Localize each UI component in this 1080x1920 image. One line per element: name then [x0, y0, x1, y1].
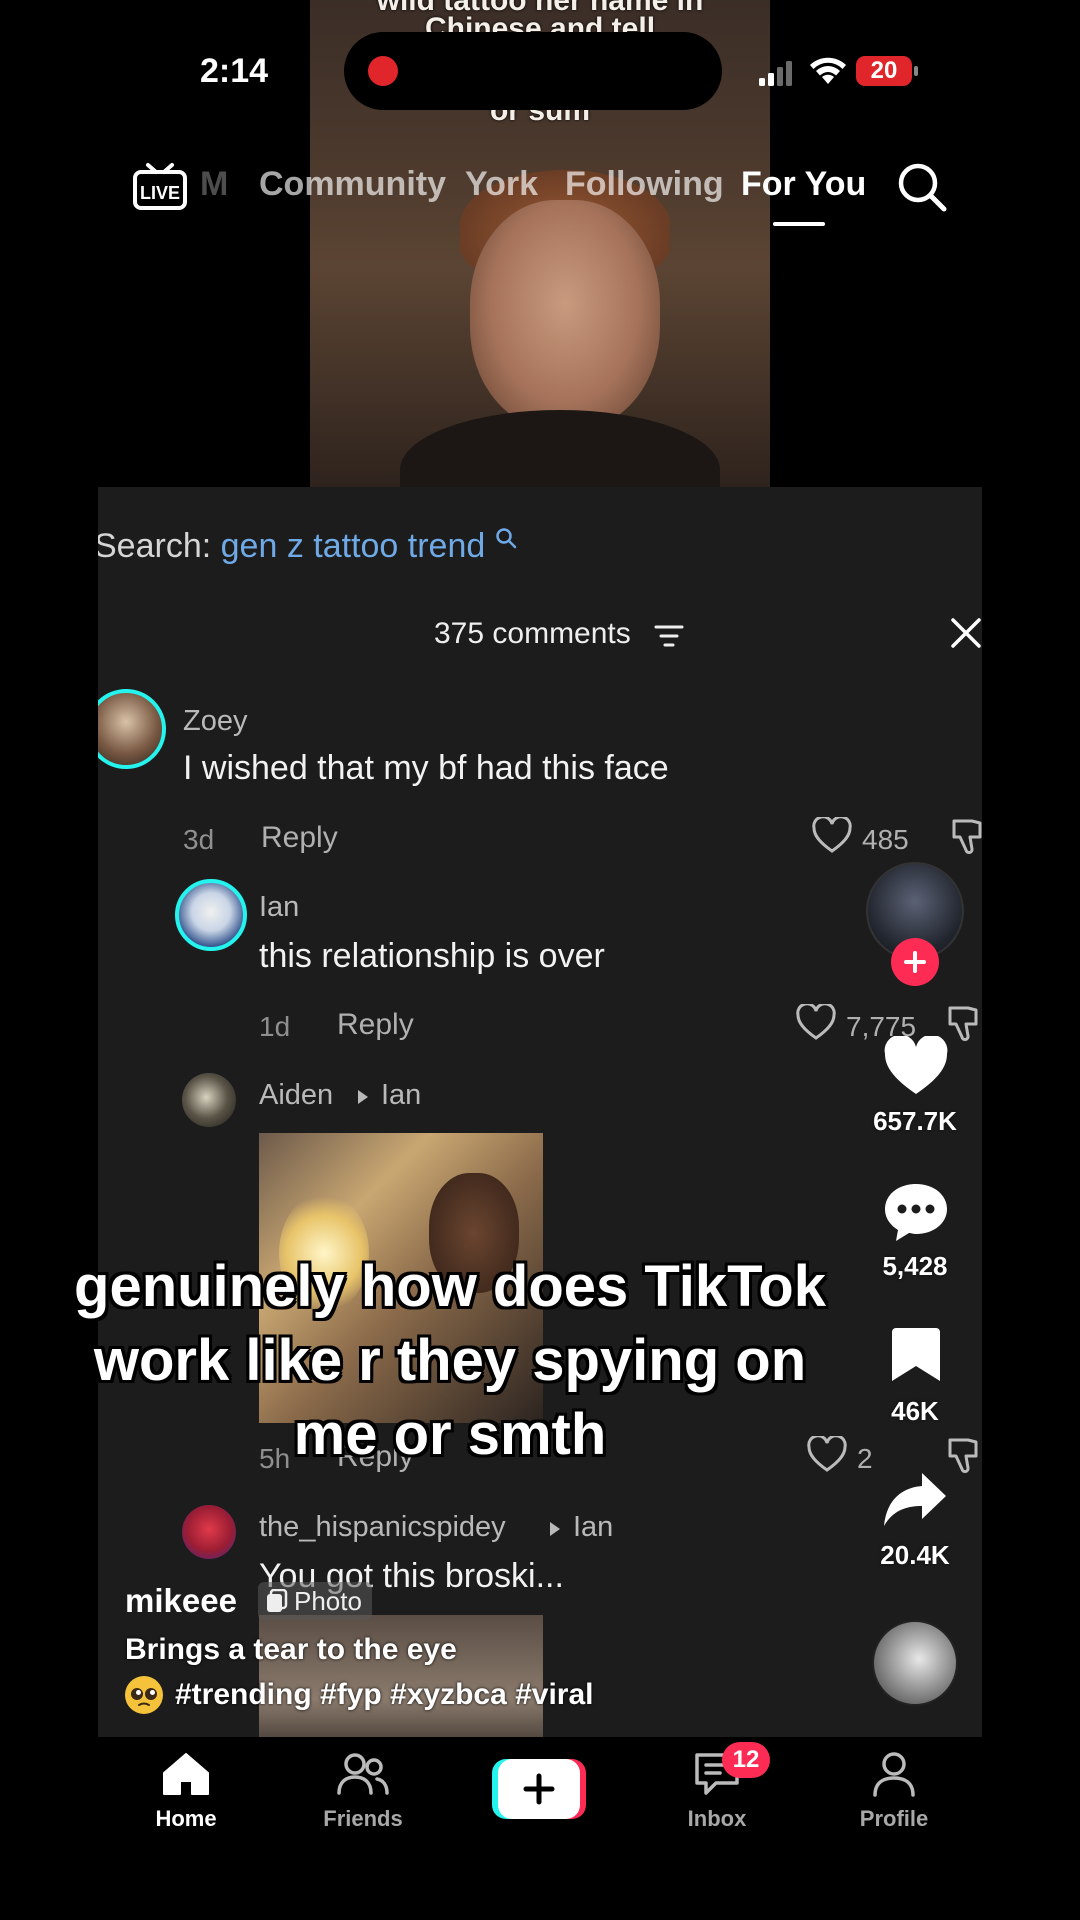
svg-text:LIVE: LIVE: [140, 183, 180, 203]
dislike-icon[interactable]: [946, 1436, 980, 1474]
like-count: 657.7K: [873, 1106, 957, 1136]
comment-username[interactable]: the_hispanicspidey: [259, 1511, 506, 1544]
follow-button[interactable]: [891, 938, 939, 986]
nav-inbox-label: Inbox: [687, 1806, 747, 1831]
recording-indicator: [368, 56, 398, 86]
comment-username[interactable]: Ian: [259, 891, 299, 924]
active-tab-indicator: [773, 222, 825, 226]
share-count: 20.4K: [880, 1540, 950, 1570]
post-description: Brings a tear to the eye: [125, 1633, 457, 1666]
nav-home-label: Home: [155, 1806, 217, 1831]
photo-badge: Photo: [258, 1582, 372, 1620]
reply-to-username[interactable]: Ian: [381, 1079, 421, 1112]
avatar[interactable]: [182, 1073, 236, 1127]
avatar[interactable]: [98, 689, 166, 769]
save-count: 46K: [891, 1396, 939, 1426]
post-tags-row: #trending #fyp #xyzbca #viral: [125, 1676, 594, 1714]
avatar[interactable]: [175, 879, 247, 951]
search-small-icon: [495, 528, 516, 549]
photo-badge-label: Photo: [294, 1585, 362, 1616]
comment-count: 5,428: [882, 1251, 948, 1281]
nav-profile-label: Profile: [859, 1806, 929, 1831]
overlay-line: work like r they spying on: [93, 1328, 807, 1393]
friends-icon: [337, 1753, 389, 1795]
close-icon[interactable]: [950, 617, 982, 649]
search-suggestion-prefix: Search:: [98, 527, 212, 565]
dislike-icon[interactable]: [946, 1004, 980, 1042]
like-count: 485: [862, 824, 909, 855]
home-icon: [163, 1753, 209, 1795]
battery-indicator: 20: [856, 56, 912, 86]
like-count: 2: [857, 1443, 873, 1474]
comment-age: 1d: [259, 1011, 291, 1042]
video-shirt: [400, 410, 720, 487]
tab-for-you[interactable]: For You: [741, 165, 866, 204]
overlay-line: genuinely how does TikTok: [74, 1254, 826, 1319]
reply-arrow-icon: [358, 1090, 368, 1104]
nav-friends-label: Friends: [323, 1806, 403, 1831]
top-nav: LIVE M Community York Following For You: [0, 155, 1080, 226]
plus-icon: [904, 951, 926, 973]
overlay-line: me or smth: [293, 1402, 607, 1467]
share-icon[interactable]: [882, 1470, 948, 1528]
comment-text: I wished that my bf had this face: [183, 749, 669, 787]
tab-following[interactable]: Following: [565, 165, 724, 204]
nav-home[interactable]: Home: [116, 1751, 256, 1832]
comment-username[interactable]: Aiden: [259, 1079, 333, 1112]
reply-button[interactable]: Reply: [261, 821, 338, 855]
post-hashtags[interactable]: #trending #fyp #xyzbca #viral: [175, 1678, 594, 1712]
profile-icon: [873, 1752, 915, 1797]
search-suggestion[interactable]: Search: gen z tattoo trend: [98, 527, 517, 566]
tab-partial[interactable]: M: [200, 165, 228, 204]
post-username[interactable]: mikeee: [125, 1582, 237, 1620]
search-suggestion-query: gen z tattoo trend: [220, 527, 486, 565]
heart-outline-icon[interactable]: [795, 1004, 837, 1042]
wifi-icon: [810, 57, 846, 84]
heart-outline-icon[interactable]: [811, 817, 853, 855]
live-icon[interactable]: LIVE: [132, 159, 188, 215]
music-disc[interactable]: [872, 1620, 958, 1706]
filter-icon[interactable]: [654, 624, 684, 648]
signal-icon: [759, 61, 792, 86]
dislike-icon[interactable]: [950, 817, 982, 855]
comment-username[interactable]: Zoey: [183, 705, 247, 738]
bottom-nav: Home Friends Inbox 12 Profile: [0, 1737, 1080, 1920]
heart-icon[interactable]: [882, 1036, 950, 1098]
reply-to-username[interactable]: Ian: [573, 1511, 613, 1544]
comment-age: 3d: [183, 824, 215, 855]
nav-friends[interactable]: Friends: [293, 1751, 433, 1832]
reply-button[interactable]: Reply: [337, 1008, 414, 1042]
overlay-caption: genuinely how does TikTok work like r th…: [50, 1250, 850, 1472]
dynamic-island: [344, 32, 722, 110]
tab-york[interactable]: York: [465, 165, 538, 204]
battery-tip: [914, 66, 918, 76]
comment-icon[interactable]: [882, 1180, 950, 1244]
nav-profile[interactable]: Profile: [824, 1751, 964, 1832]
pleading-face-icon: [125, 1676, 163, 1714]
video-face: [470, 200, 660, 430]
create-button[interactable]: [492, 1759, 586, 1819]
comments-count: 375 comments: [434, 617, 631, 650]
status-time: 2:14: [200, 52, 269, 90]
reply-arrow-icon: [550, 1522, 560, 1536]
search-icon[interactable]: [896, 161, 948, 213]
bookmark-icon[interactable]: [890, 1326, 942, 1384]
inbox-badge: 12: [722, 1742, 770, 1778]
comment-text: this relationship is over: [259, 937, 605, 975]
avatar[interactable]: [182, 1505, 236, 1559]
photo-icon: [267, 1589, 288, 1612]
tab-community[interactable]: Community: [259, 165, 446, 204]
